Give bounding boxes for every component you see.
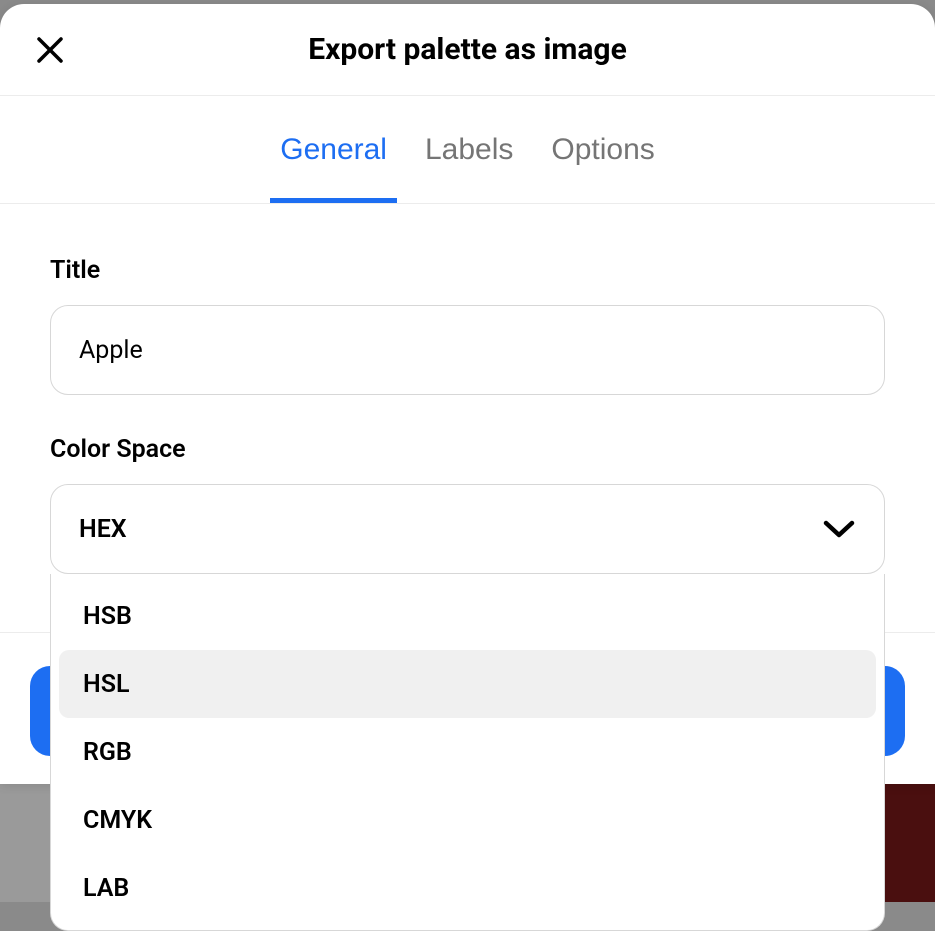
chevron-down-icon (822, 518, 856, 540)
colorspace-select[interactable]: HEX (50, 484, 885, 574)
colorspace-option-hsl[interactable]: HSL (59, 650, 876, 718)
tab-general[interactable]: General (280, 96, 387, 203)
colorspace-option-hsb[interactable]: HSB (59, 582, 876, 650)
title-label: Title (50, 256, 885, 285)
colorspace-option-lab[interactable]: LAB (59, 854, 876, 922)
colorspace-label: Color Space (50, 435, 885, 464)
tab-options[interactable]: Options (551, 96, 654, 203)
colorspace-select-wrapper: HEX HSB HSL RGB CMYK LAB (50, 484, 885, 574)
tabs-bar: General Labels Options (0, 96, 935, 204)
colorspace-selected-value: HEX (79, 515, 127, 544)
tab-labels[interactable]: Labels (425, 96, 513, 203)
colorspace-dropdown: HSB HSL RGB CMYK LAB (50, 574, 885, 931)
modal-content: Title Color Space HEX HSB HSL RGB CMYK L… (0, 204, 935, 784)
modal-header: Export palette as image (0, 4, 935, 96)
export-modal: Export Export palette as image General L… (0, 4, 935, 784)
close-button[interactable] (30, 30, 70, 70)
close-icon (36, 36, 64, 64)
title-input[interactable] (50, 305, 885, 395)
modal-title: Export palette as image (308, 32, 627, 67)
colorspace-option-rgb[interactable]: RGB (59, 718, 876, 786)
colorspace-option-cmyk[interactable]: CMYK (59, 786, 876, 854)
